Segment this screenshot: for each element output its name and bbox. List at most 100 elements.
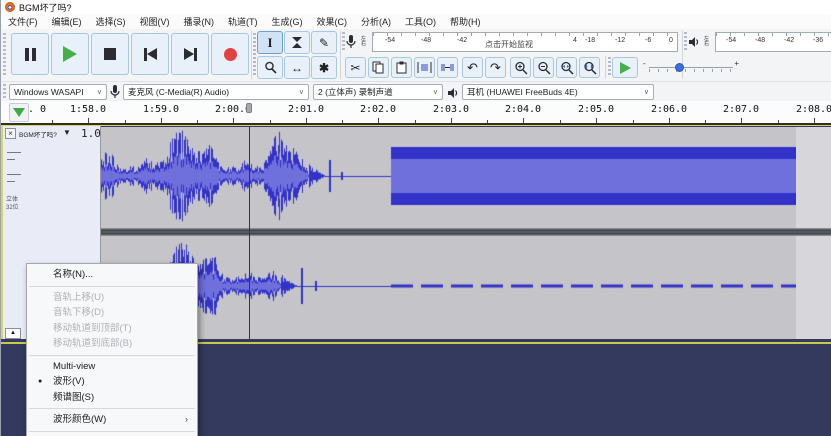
play-speed-slider[interactable]: - + [641, 58, 741, 76]
fit-selection-button[interactable] [556, 57, 577, 78]
channel-separator[interactable] [101, 228, 831, 236]
menu-item-move-down: 音轨下移(D) [53, 307, 105, 318]
gain-slider-fragment[interactable] [7, 152, 21, 153]
playback-device-select[interactable]: 耳机 (HUAWEI FreeBuds 4E) ∨ [462, 84, 654, 100]
play-at-speed-button[interactable] [612, 57, 638, 78]
copy-icon [372, 61, 384, 74]
recording-meter[interactable]: -54 -48 -42 点击开始监视 4 -18 -12 -6 0 [372, 32, 678, 52]
zoom-in-icon [514, 61, 528, 75]
draw-tool-button[interactable]: ✎ [311, 31, 337, 54]
audio-host-select[interactable]: Windows WASAPI ∨ [9, 84, 107, 100]
menu-transport[interactable]: 播录(N) [177, 15, 222, 28]
play-button[interactable] [51, 33, 89, 75]
envelope-tool-button[interactable] [284, 31, 310, 54]
skip-to-start-button[interactable] [131, 33, 169, 75]
silence-audio-button[interactable] [437, 57, 458, 78]
stop-button[interactable] [91, 33, 129, 75]
menu-item-wave-color[interactable]: 波形颜色(W) › [27, 412, 197, 428]
chevron-down-icon: ∨ [96, 89, 102, 96]
selection-tool-button[interactable]: I [257, 31, 283, 54]
track-menu-button[interactable]: ▼ [63, 128, 71, 137]
speed-slider-thumb[interactable] [675, 63, 684, 72]
meter-monitor-message[interactable]: 点击开始监视 [485, 39, 533, 50]
menu-item-move-top: 移动轨道到顶部(T) [53, 322, 132, 334]
menu-view[interactable]: 视图(V) [133, 15, 177, 28]
track-canvas-area[interactable]: × BGM坏了吗? ▼ 1.0 立体 32位 ▲ 名称(N)... 音轨上移(U… [1, 125, 831, 436]
pause-button[interactable] [11, 33, 49, 75]
skip-to-end-button[interactable] [171, 33, 209, 75]
menu-analyze[interactable]: 分析(A) [354, 15, 398, 28]
radio-bullet-icon: ● [38, 378, 43, 385]
play-at-speed-grip[interactable] [608, 57, 611, 77]
pan-slider-fragment[interactable] [7, 181, 15, 182]
cut-button[interactable]: ✂ [345, 57, 366, 78]
left-channel-empty [796, 127, 831, 228]
gain-slider-fragment[interactable] [7, 159, 15, 160]
menu-tracks[interactable]: 轨道(T) [221, 15, 265, 28]
menu-separator [29, 354, 195, 356]
zoom-tool-button[interactable] [257, 56, 283, 79]
track-close-button[interactable]: × [5, 128, 16, 139]
time-shift-tool-button[interactable]: ↔ [284, 56, 310, 79]
playhead-pin[interactable] [246, 103, 252, 113]
zoom-in-button[interactable] [510, 57, 531, 78]
menu-separator [29, 408, 195, 409]
chevron-down-icon: ∨ [643, 89, 649, 96]
playback-meter-grip[interactable] [684, 32, 687, 52]
trim-audio-button[interactable] [414, 57, 435, 78]
timeline-ruler[interactable]: . 0 1:58.0 1:59.0 2:00.0 2:01.0 2:02.0 2… [1, 101, 831, 125]
selection-tool-icon: I [267, 34, 273, 50]
pause-icon [24, 47, 36, 61]
track-name-label[interactable]: BGM坏了吗? [19, 129, 57, 139]
menu-help[interactable]: 帮助(H) [443, 15, 488, 28]
time-shift-tool-icon: ↔ [291, 60, 303, 75]
tools-toolbar-grip[interactable] [253, 33, 256, 77]
redo-button[interactable]: ↷ [485, 57, 506, 78]
menu-item-move-bottom: 移动轨道到底部(B) [53, 338, 133, 349]
submenu-arrow-icon: › [185, 414, 188, 424]
menu-item-spectrogram[interactable]: 频谱图(S) [27, 390, 197, 406]
zoom-tool-icon [264, 61, 277, 74]
draw-tool-icon: ✎ [318, 35, 330, 50]
play-meter-speaker-icon[interactable] [688, 32, 703, 52]
undo-button[interactable]: ↶ [462, 57, 483, 78]
playback-meter[interactable]: -54 -48 -42 -36 [715, 32, 831, 52]
recording-meter-grip[interactable] [342, 32, 345, 52]
menu-item-multi-view[interactable]: Multi-view [27, 359, 197, 375]
copy-button[interactable] [368, 57, 389, 78]
menu-tools[interactable]: 工具(O) [398, 15, 443, 28]
recording-device-select[interactable]: 麦克风 (C-Media(R) Audio) ∨ [123, 84, 309, 100]
timeline-pin-icon [13, 108, 25, 117]
edit-cursor [249, 127, 250, 339]
record-meter-channel-labels: 左右 [361, 36, 367, 47]
transport-toolbar-grip[interactable] [3, 33, 6, 77]
device-toolbar-grip[interactable] [3, 84, 6, 100]
track-collapse-button[interactable]: ▲ [5, 328, 21, 339]
chevron-down-icon: ∨ [298, 89, 304, 96]
right-channel-waveform [101, 236, 796, 339]
menu-effect[interactable]: 效果(C) [310, 15, 355, 28]
menu-file[interactable]: 文件(F) [1, 15, 45, 28]
vertical-ruler-top-label: 1.0 [81, 127, 101, 140]
menu-generate[interactable]: 生成(G) [265, 15, 310, 28]
timeline-options-button[interactable] [9, 103, 29, 122]
menu-edit[interactable]: 编辑(E) [45, 15, 89, 28]
audacity-logo-icon [5, 2, 15, 12]
recording-channels-select[interactable]: 2 (立体声) 录制声道 ∨ [313, 84, 443, 100]
trim-audio-icon [417, 62, 432, 73]
menu-separator [29, 285, 195, 287]
play-icon [63, 46, 77, 62]
record-meter-mic-icon[interactable] [346, 32, 360, 52]
menu-item-waveform[interactable]: ● 波形(V) [27, 374, 197, 390]
right-channel-empty [796, 236, 831, 339]
paste-button[interactable] [391, 57, 412, 78]
multi-tool-button[interactable]: ✱ [311, 56, 337, 79]
fit-project-button[interactable] [579, 57, 600, 78]
menu-bar: 文件(F) 编辑(E) 选择(S) 视图(V) 播录(N) 轨道(T) 生成(G… [1, 14, 831, 30]
menu-item-name[interactable]: 名称(N)... [27, 267, 197, 283]
zoom-out-button[interactable] [533, 57, 554, 78]
menu-select[interactable]: 选择(S) [89, 15, 133, 28]
pan-slider-fragment[interactable] [7, 174, 21, 175]
envelope-tool-icon [291, 37, 302, 48]
record-button[interactable] [211, 33, 249, 75]
